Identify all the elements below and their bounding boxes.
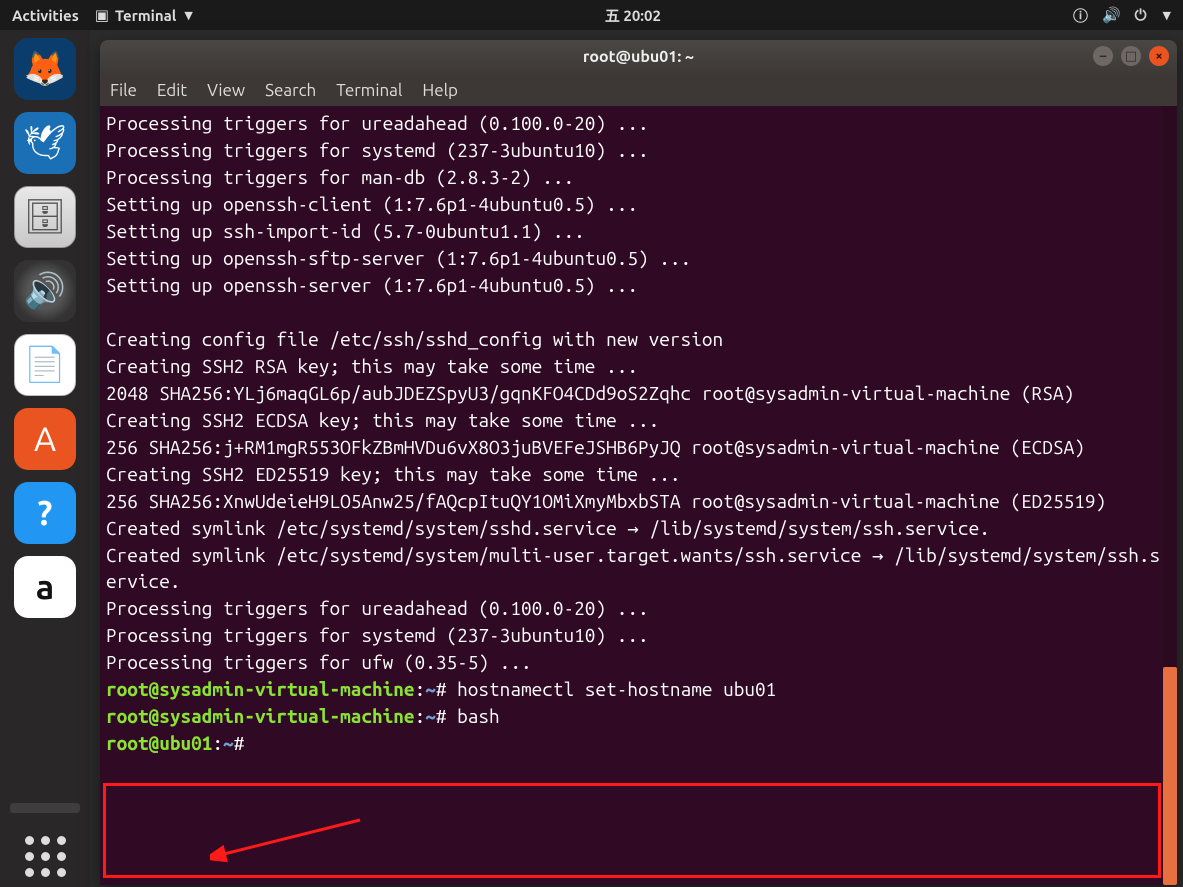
terminal-small-icon: ▣ (95, 6, 109, 24)
app-menu[interactable]: ▣ Terminal ▼ (95, 6, 193, 24)
system-menu-chevron-icon[interactable]: ▼ (1163, 9, 1171, 22)
app-menu-label: Terminal (115, 7, 176, 24)
menu-search[interactable]: Search (265, 81, 316, 100)
accessibility-icon[interactable]: ⓘ (1073, 5, 1088, 26)
menu-help[interactable]: Help (422, 81, 458, 100)
terminal-output[interactable]: Processing triggers for ureadahead (0.10… (100, 106, 1177, 885)
window-titlebar[interactable]: root@ubu01: ~ – □ × (100, 40, 1177, 74)
dock-rhythmbox[interactable]: 🔊 (14, 260, 76, 322)
window-title: root@ubu01: ~ (583, 48, 694, 66)
activities-button[interactable]: Activities (12, 7, 79, 24)
dock-files[interactable]: 🗄 (14, 186, 76, 248)
window-minimize-button[interactable]: – (1093, 46, 1113, 66)
window-close-button[interactable]: × (1149, 46, 1169, 66)
gnome-top-panel: Activities ▣ Terminal ▼ 五 20:02 ⓘ 🔊 ⏻ ▼ (0, 0, 1183, 30)
volume-icon[interactable]: 🔊 (1102, 6, 1121, 24)
window-maximize-button[interactable]: □ (1121, 46, 1141, 66)
menu-edit[interactable]: Edit (157, 81, 187, 100)
dock-firefox[interactable]: 🦊 (14, 38, 76, 100)
chevron-down-icon: ▼ (184, 9, 192, 22)
menu-view[interactable]: View (207, 81, 245, 100)
terminal-menubar: File Edit View Search Terminal Help (100, 74, 1177, 106)
dock-amazon[interactable]: a (14, 556, 76, 618)
show-applications-button[interactable] (14, 825, 76, 887)
menu-terminal[interactable]: Terminal (336, 81, 402, 100)
dock: 🦊 🕊 🗄 🔊 📄 A ? a (0, 30, 90, 887)
dock-libreoffice-writer[interactable]: 📄 (14, 334, 76, 396)
menu-file[interactable]: File (110, 81, 137, 100)
power-icon[interactable]: ⏻ (1135, 6, 1147, 24)
clock[interactable]: 五 20:02 (193, 5, 1073, 26)
terminal-window: root@ubu01: ~ – □ × File Edit View Searc… (100, 40, 1177, 885)
dock-ubuntu-software[interactable]: A (14, 408, 76, 470)
terminal-scrollbar[interactable] (1163, 106, 1177, 885)
dock-running-indicator[interactable] (10, 803, 80, 813)
dock-thunderbird[interactable]: 🕊 (14, 112, 76, 174)
dock-help[interactable]: ? (14, 482, 76, 544)
